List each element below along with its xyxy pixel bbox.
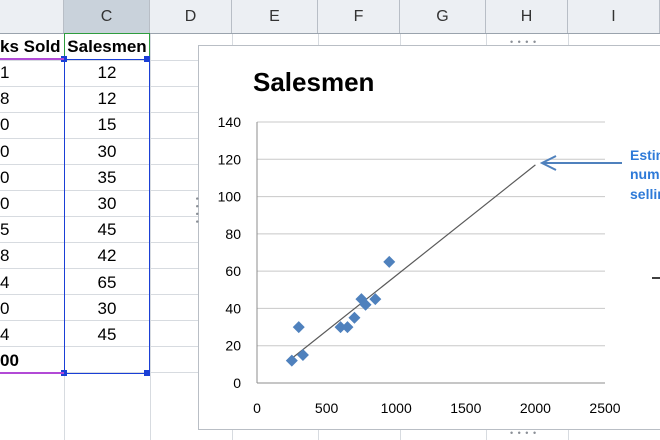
cell-b-value[interactable]: 0 — [0, 191, 64, 217]
range-marker — [0, 372, 64, 374]
annotation-line-2: numb — [630, 166, 660, 182]
chart-resize-handle[interactable]: • • • • — [192, 197, 202, 224]
cell-b-value[interactable]: 4 — [0, 270, 64, 296]
cell-b-value[interactable]: 0 — [0, 165, 64, 191]
chart-resize-handle[interactable]: • • • • — [510, 37, 537, 47]
column-header-f[interactable]: F — [318, 0, 400, 33]
cell-b-value[interactable]: 0 — [0, 296, 64, 322]
gridline — [150, 34, 151, 440]
cell-b-value[interactable]: 5 — [0, 217, 64, 243]
cell-b-value[interactable]: 1 — [0, 60, 64, 86]
column-header-row: C D E F G H I — [0, 0, 660, 34]
header-selection-outline — [64, 33, 150, 60]
column-header-d[interactable]: D — [150, 0, 232, 33]
cell-b-value[interactable]: 4 — [0, 322, 64, 348]
chart-resize-handle[interactable]: • • • • — [510, 428, 537, 438]
column-header-b[interactable] — [0, 0, 64, 33]
column-header-i[interactable]: I — [568, 0, 660, 33]
cell-b-value[interactable]: 8 — [0, 243, 64, 269]
cell-b-value[interactable]: 0 — [0, 112, 64, 138]
cell-b-value[interactable]: 8 — [0, 86, 64, 112]
annotation-line-3: sellin — [630, 186, 660, 202]
cell-b-value[interactable]: 00 — [0, 348, 64, 374]
column-header-h[interactable]: H — [486, 0, 568, 33]
annotation-line-1: Estim — [630, 147, 660, 163]
chart-title: Salesmen — [253, 67, 375, 97]
selection-handle[interactable] — [144, 370, 150, 376]
chart-object[interactable] — [198, 45, 660, 430]
data-selection-outline — [64, 59, 150, 374]
column-header-e[interactable]: E — [232, 0, 318, 33]
column-header-g[interactable]: G — [400, 0, 486, 33]
column-header-c[interactable]: C — [64, 0, 150, 33]
range-marker — [0, 58, 64, 60]
cell-b-value[interactable]: 0 — [0, 139, 64, 165]
selection-handle[interactable] — [144, 56, 150, 62]
cell-b1-header[interactable]: ks Sold — [0, 34, 64, 60]
